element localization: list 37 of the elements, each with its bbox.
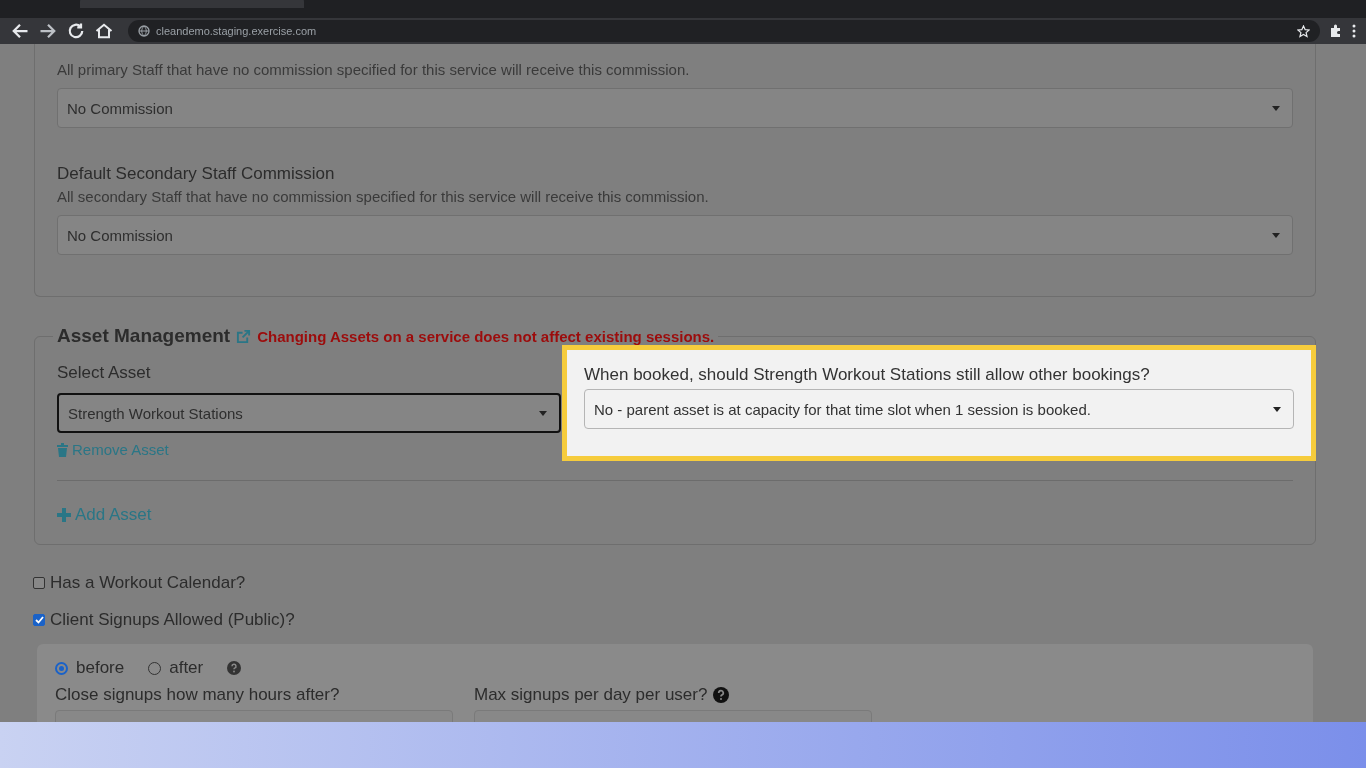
caret-icon — [1273, 406, 1281, 412]
warning-text: Changing Assets on a service does not affect existing sessions. — [257, 327, 715, 345]
field-label: Select Asset — [57, 362, 152, 384]
field-label: Close signups how many hours after? — [55, 684, 340, 706]
booking-dropdown[interactable]: No - parent asset is at capacity for that time slot when 1 session is booked. — [584, 389, 1294, 429]
trash-icon — [57, 442, 68, 457]
radio-label: before — [76, 658, 125, 678]
help-text: All primary Staff that have no commission specified for this service will receive this commission. — [57, 61, 691, 79]
forward-icon[interactable] — [38, 21, 58, 41]
back-icon[interactable] — [10, 21, 30, 41]
section-title: Asset Management — [57, 325, 231, 347]
radio-button[interactable] — [55, 661, 68, 675]
url-text: cleandemo.staging.exercise.com — [156, 25, 318, 37]
asset-dropdown[interactable]: Strength Workout Stations — [57, 393, 561, 433]
caret-icon — [539, 410, 547, 416]
caret-icon — [1272, 105, 1280, 111]
checkbox[interactable] — [33, 614, 45, 626]
help-icon[interactable] — [227, 661, 242, 675]
help-text: All secondary Staff that have no commission specified for this service will receive this commission. — [57, 188, 710, 206]
caret-icon — [1272, 232, 1280, 238]
commission-dropdown[interactable]: No Commission — [57, 88, 1293, 128]
globe-icon — [138, 25, 150, 37]
star-icon[interactable] — [1297, 24, 1310, 38]
address-bar[interactable]: cleandemo.staging.exercise.com — [128, 20, 1320, 42]
reload-icon[interactable] — [66, 21, 86, 41]
menu-icon[interactable] — [1352, 24, 1356, 38]
checkbox[interactable] — [33, 577, 45, 589]
help-icon[interactable] — [713, 687, 730, 703]
home-icon[interactable] — [94, 21, 114, 41]
field-label: Max signups per day per user? — [474, 684, 708, 706]
plus-icon — [57, 508, 71, 522]
field-label: When booked, should Strength Workout Stations still allow other bookings? — [584, 364, 1151, 386]
radio-label: after — [169, 658, 204, 678]
checkbox-label: Client Signups Allowed (Public)? — [50, 610, 295, 630]
commission-dropdown[interactable]: No Commission — [57, 215, 1293, 255]
field-label: Default Secondary Staff Commission — [57, 163, 336, 185]
checkbox-label: Has a Workout Calendar? — [50, 573, 246, 593]
